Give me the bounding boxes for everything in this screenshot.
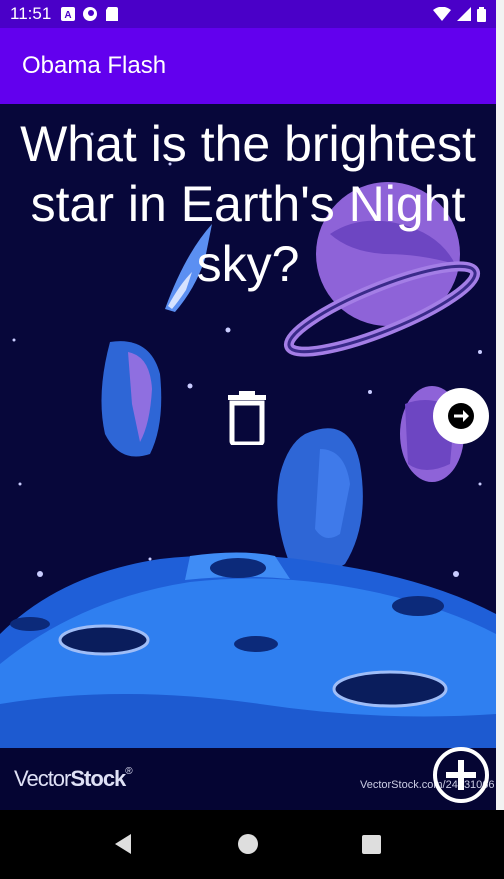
- status-time: 11:51: [10, 4, 52, 23]
- recents-icon[interactable]: [362, 835, 381, 854]
- flashcard-question[interactable]: What is the brightest star in Earth's Ni…: [10, 114, 486, 294]
- flashcard-area: What is the brightest star in Earth's Ni…: [0, 104, 496, 748]
- app-bar: Obama Flash: [0, 28, 496, 104]
- plus-circle-icon: [433, 747, 489, 803]
- screen-edge: [496, 0, 504, 810]
- battery-icon: [477, 6, 486, 22]
- trash-icon: [228, 391, 266, 447]
- vectorstock-logo: VectorStock®: [14, 766, 133, 791]
- svg-text:A: A: [65, 10, 72, 21]
- home-icon[interactable]: [238, 834, 258, 854]
- sd-card-icon: [106, 7, 119, 21]
- status-bar: 11:51 A: [0, 0, 496, 28]
- next-card-button[interactable]: [433, 388, 489, 444]
- add-card-button[interactable]: [432, 746, 490, 804]
- system-nav-bar: [0, 810, 496, 879]
- app-title: Obama Flash: [22, 52, 167, 79]
- back-icon[interactable]: [113, 833, 133, 855]
- signal-icon: [457, 7, 471, 21]
- a-notification-icon: A: [61, 7, 76, 21]
- watermark-footer: VectorStock® VectorStock.com/24631066: [0, 748, 496, 810]
- circle-app-icon: [83, 7, 98, 21]
- wifi-icon: [433, 7, 451, 21]
- arrow-right-circle-icon: [448, 403, 474, 429]
- delete-card-button[interactable]: [224, 391, 270, 447]
